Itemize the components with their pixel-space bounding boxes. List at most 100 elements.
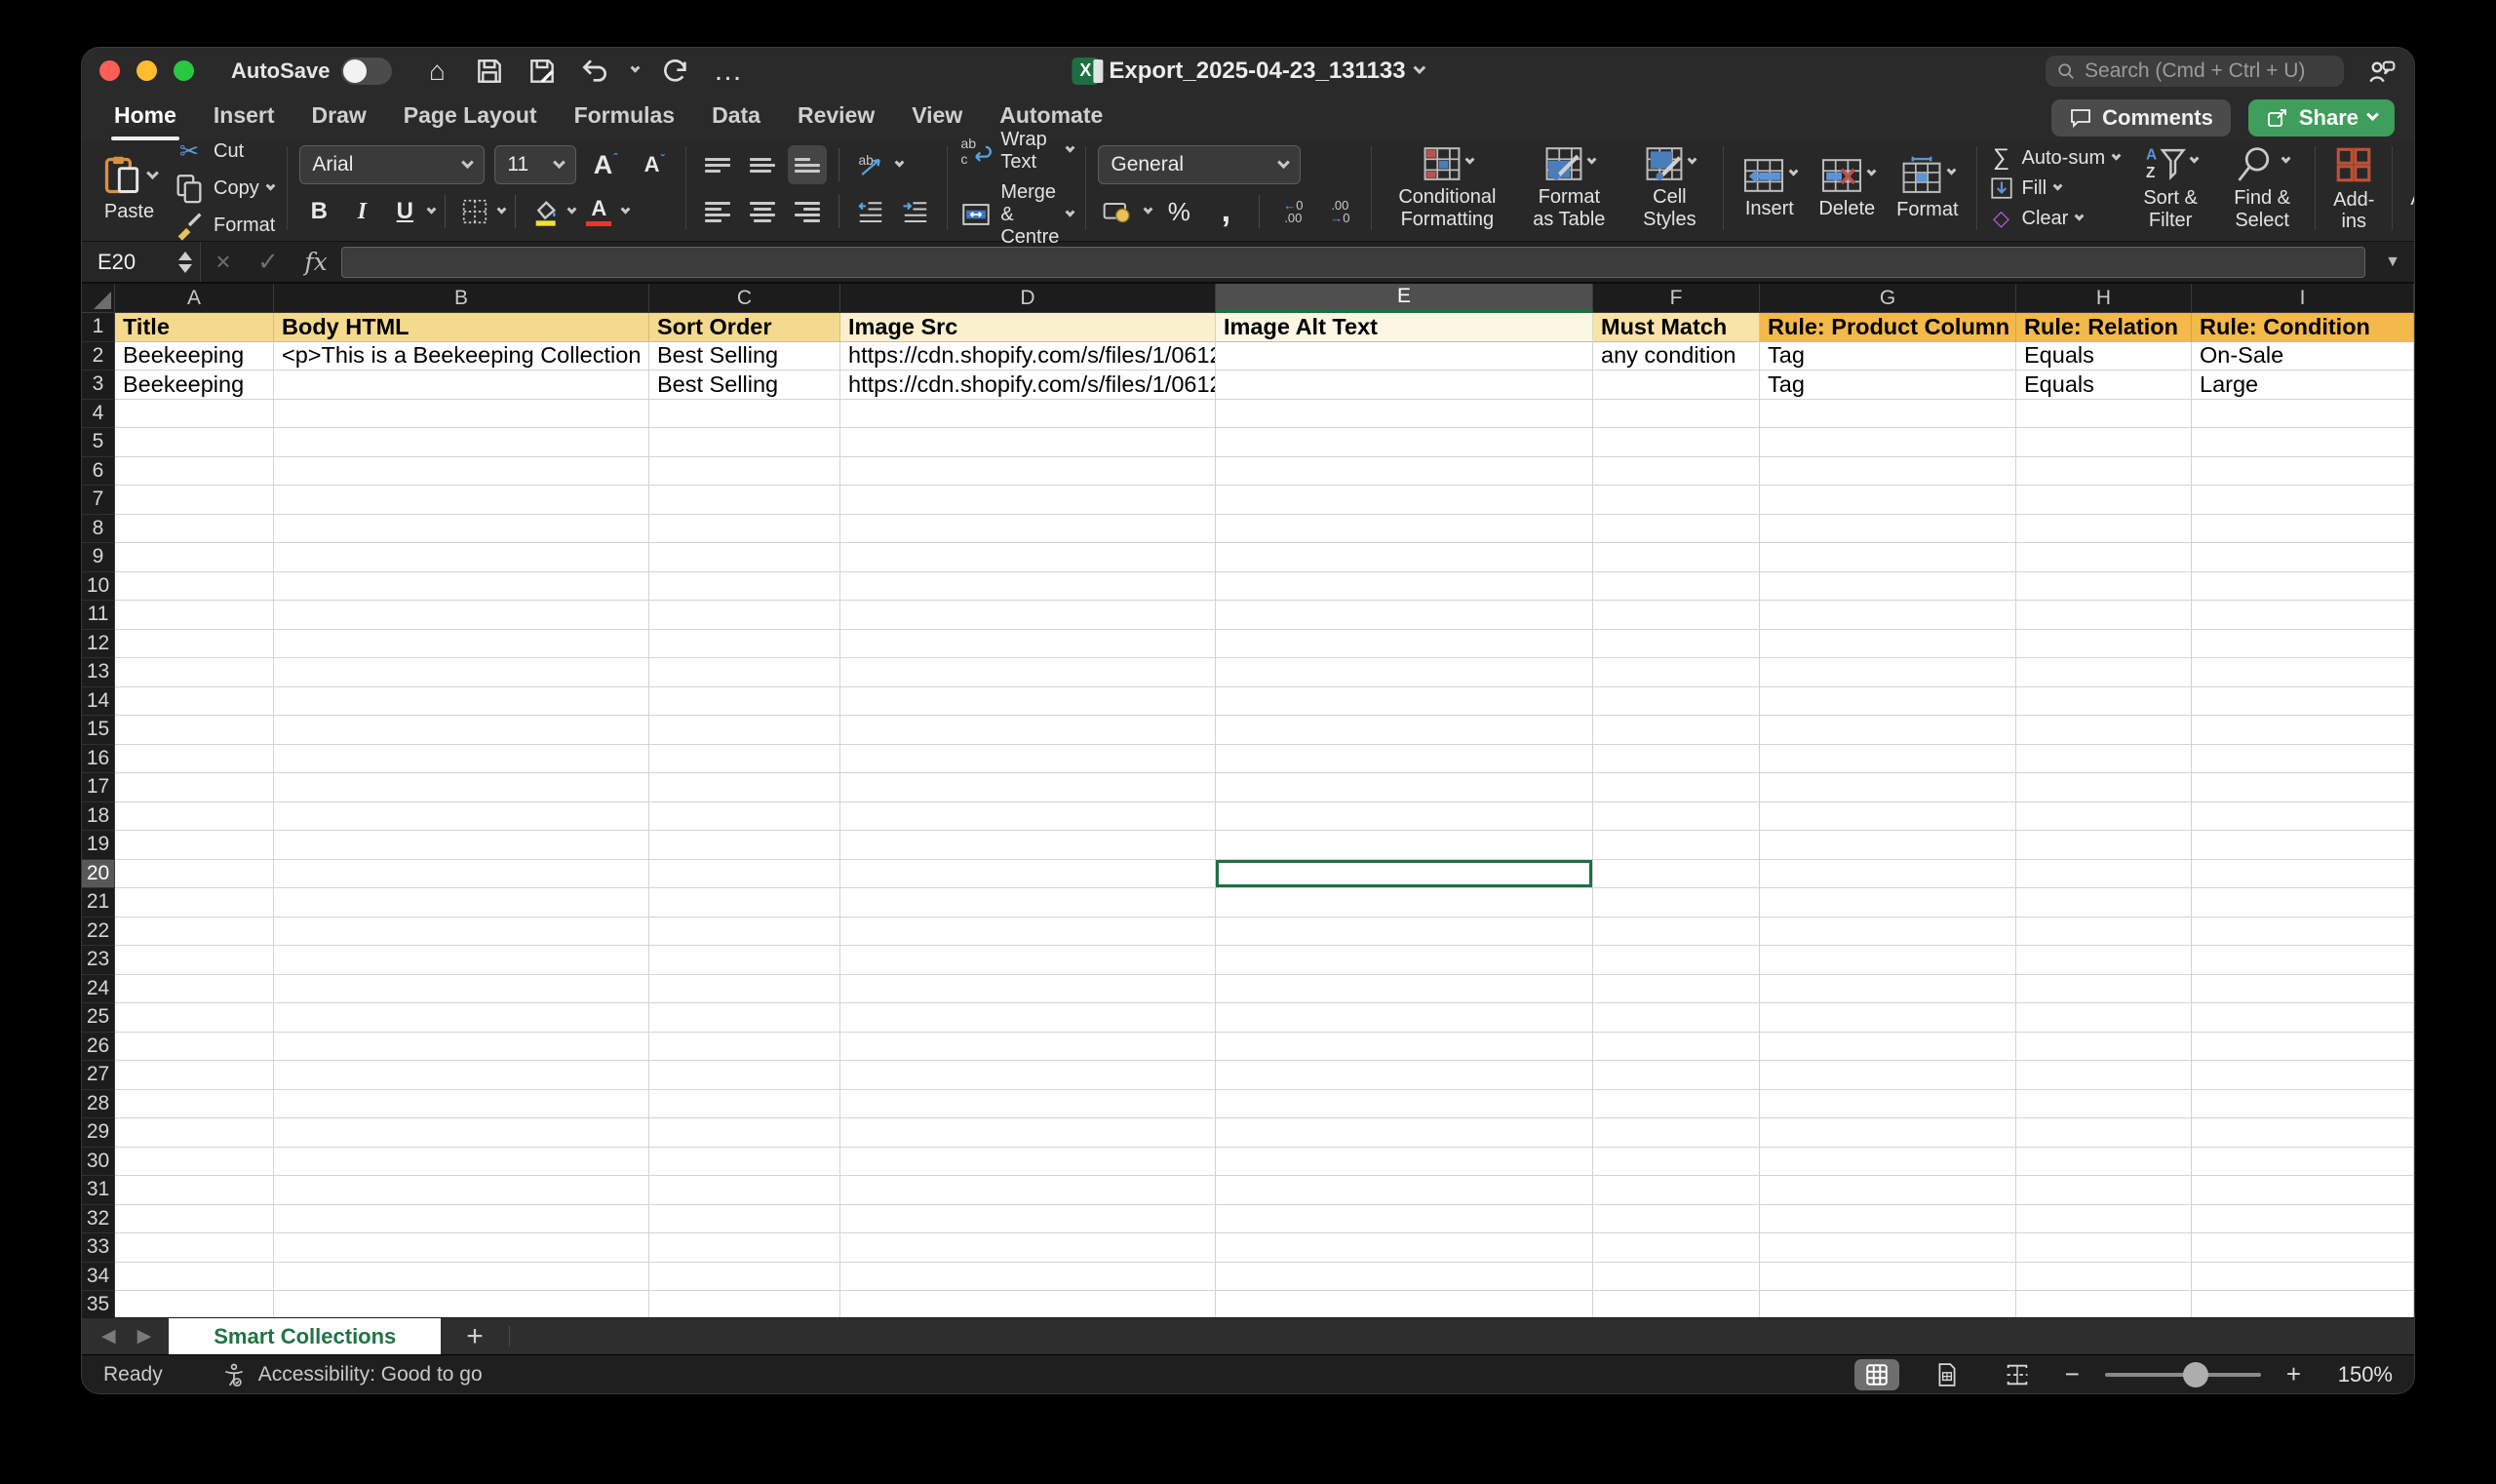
cell-G15[interactable] bbox=[1760, 716, 2016, 745]
cell-H14[interactable] bbox=[2016, 686, 2192, 716]
cell-F32[interactable] bbox=[1593, 1204, 1760, 1233]
column-header-A[interactable]: A bbox=[115, 284, 274, 313]
cell-H31[interactable] bbox=[2016, 1176, 2192, 1205]
cell-C21[interactable] bbox=[649, 888, 840, 918]
cell-A3[interactable]: Beekeeping bbox=[115, 371, 274, 400]
cell-E20[interactable] bbox=[1216, 859, 1593, 888]
cell-A21[interactable] bbox=[115, 888, 274, 918]
column-header-G[interactable]: G bbox=[1760, 284, 2016, 313]
cell-E18[interactable] bbox=[1216, 801, 1593, 831]
row-header-12[interactable]: 12 bbox=[82, 629, 115, 658]
home-icon[interactable]: ⌂ bbox=[421, 56, 452, 87]
cell-A35[interactable] bbox=[115, 1291, 274, 1317]
borders-button[interactable] bbox=[455, 192, 494, 231]
search-input[interactable] bbox=[2085, 59, 2332, 83]
cell-D18[interactable] bbox=[840, 801, 1216, 831]
cell-F7[interactable] bbox=[1593, 486, 1760, 515]
cell-D30[interactable] bbox=[840, 1147, 1216, 1176]
cell-C28[interactable] bbox=[649, 1089, 840, 1118]
cell-F27[interactable] bbox=[1593, 1061, 1760, 1090]
cell-styles-button[interactable]: Cell Styles bbox=[1627, 145, 1711, 231]
cell-B24[interactable] bbox=[274, 974, 649, 1003]
align-top-button[interactable] bbox=[698, 145, 737, 184]
align-left-button[interactable] bbox=[698, 192, 737, 231]
cell-F35[interactable] bbox=[1593, 1291, 1760, 1317]
cell-I14[interactable] bbox=[2192, 686, 2414, 716]
cell-G6[interactable] bbox=[1760, 456, 2016, 486]
increase-font-size-button[interactable]: Aˆ bbox=[586, 145, 625, 184]
tab-page-layout[interactable]: Page Layout bbox=[385, 95, 556, 140]
cell-B3[interactable] bbox=[274, 371, 649, 400]
cell-C22[interactable] bbox=[649, 917, 840, 946]
cell-I30[interactable] bbox=[2192, 1147, 2414, 1176]
cell-F15[interactable] bbox=[1593, 716, 1760, 745]
cell-E17[interactable] bbox=[1216, 773, 1593, 802]
cell-E2[interactable] bbox=[1216, 341, 1593, 371]
cell-F24[interactable] bbox=[1593, 974, 1760, 1003]
cell-C15[interactable] bbox=[649, 716, 840, 745]
tab-draw[interactable]: Draw bbox=[293, 95, 385, 140]
autosave-toggle[interactable] bbox=[341, 57, 393, 85]
cell-A23[interactable] bbox=[115, 946, 274, 975]
cell-I17[interactable] bbox=[2192, 773, 2414, 802]
cell-G16[interactable] bbox=[1760, 744, 2016, 773]
expand-formula-bar-icon[interactable]: ▼ bbox=[2371, 254, 2414, 271]
cell-G17[interactable] bbox=[1760, 773, 2016, 802]
more-commands-icon[interactable]: … bbox=[713, 55, 744, 87]
cell-A7[interactable] bbox=[115, 486, 274, 515]
cell-I20[interactable] bbox=[2192, 859, 2414, 888]
row-header-15[interactable]: 15 bbox=[82, 716, 115, 745]
cell-I19[interactable] bbox=[2192, 831, 2414, 860]
cell-E34[interactable] bbox=[1216, 1262, 1593, 1291]
cell-D27[interactable] bbox=[840, 1061, 1216, 1090]
copy-button[interactable]: Copy bbox=[173, 172, 276, 205]
cell-F5[interactable] bbox=[1593, 428, 1760, 457]
cell-A14[interactable] bbox=[115, 686, 274, 716]
cell-I26[interactable] bbox=[2192, 1032, 2414, 1061]
tab-data[interactable]: Data bbox=[693, 95, 779, 140]
cell-D35[interactable] bbox=[840, 1291, 1216, 1317]
cell-H11[interactable] bbox=[2016, 601, 2192, 630]
cell-F34[interactable] bbox=[1593, 1262, 1760, 1291]
accounting-format-button[interactable] bbox=[1098, 192, 1137, 231]
cell-I25[interactable] bbox=[2192, 1003, 2414, 1033]
cell-H22[interactable] bbox=[2016, 917, 2192, 946]
cell-G22[interactable] bbox=[1760, 917, 2016, 946]
redo-icon[interactable] bbox=[660, 56, 691, 87]
cell-D19[interactable] bbox=[840, 831, 1216, 860]
cell-C27[interactable] bbox=[649, 1061, 840, 1090]
cell-H19[interactable] bbox=[2016, 831, 2192, 860]
cell-B20[interactable] bbox=[274, 859, 649, 888]
cell-H25[interactable] bbox=[2016, 1003, 2192, 1033]
cell-D23[interactable] bbox=[840, 946, 1216, 975]
cell-I33[interactable] bbox=[2192, 1233, 2414, 1263]
cell-F20[interactable] bbox=[1593, 859, 1760, 888]
cell-F8[interactable] bbox=[1593, 514, 1760, 543]
tab-insert[interactable]: Insert bbox=[195, 95, 293, 140]
cell-D34[interactable] bbox=[840, 1262, 1216, 1291]
row-header-10[interactable]: 10 bbox=[82, 571, 115, 601]
align-right-button[interactable] bbox=[788, 192, 827, 231]
insert-cells-button[interactable]: Insert bbox=[1736, 157, 1803, 219]
cell-C34[interactable] bbox=[649, 1262, 840, 1291]
cell-G12[interactable] bbox=[1760, 629, 2016, 658]
cell-E29[interactable] bbox=[1216, 1118, 1593, 1148]
cell-H2[interactable]: Equals bbox=[2016, 341, 2192, 371]
cell-I35[interactable] bbox=[2192, 1291, 2414, 1317]
cell-H23[interactable] bbox=[2016, 946, 2192, 975]
document-title[interactable]: Export_2025-04-23_131133 bbox=[1109, 58, 1405, 85]
cell-A19[interactable] bbox=[115, 831, 274, 860]
cell-G31[interactable] bbox=[1760, 1176, 2016, 1205]
cell-H16[interactable] bbox=[2016, 744, 2192, 773]
row-header-7[interactable]: 7 bbox=[82, 486, 115, 515]
cell-B7[interactable] bbox=[274, 486, 649, 515]
cell-E13[interactable] bbox=[1216, 658, 1593, 687]
cell-E8[interactable] bbox=[1216, 514, 1593, 543]
cell-F23[interactable] bbox=[1593, 946, 1760, 975]
cell-C20[interactable] bbox=[649, 859, 840, 888]
comments-button[interactable]: Comments bbox=[2051, 98, 2231, 137]
cell-H27[interactable] bbox=[2016, 1061, 2192, 1090]
cell-G2[interactable]: Tag bbox=[1760, 341, 2016, 371]
cell-A20[interactable] bbox=[115, 859, 274, 888]
cell-B26[interactable] bbox=[274, 1032, 649, 1061]
